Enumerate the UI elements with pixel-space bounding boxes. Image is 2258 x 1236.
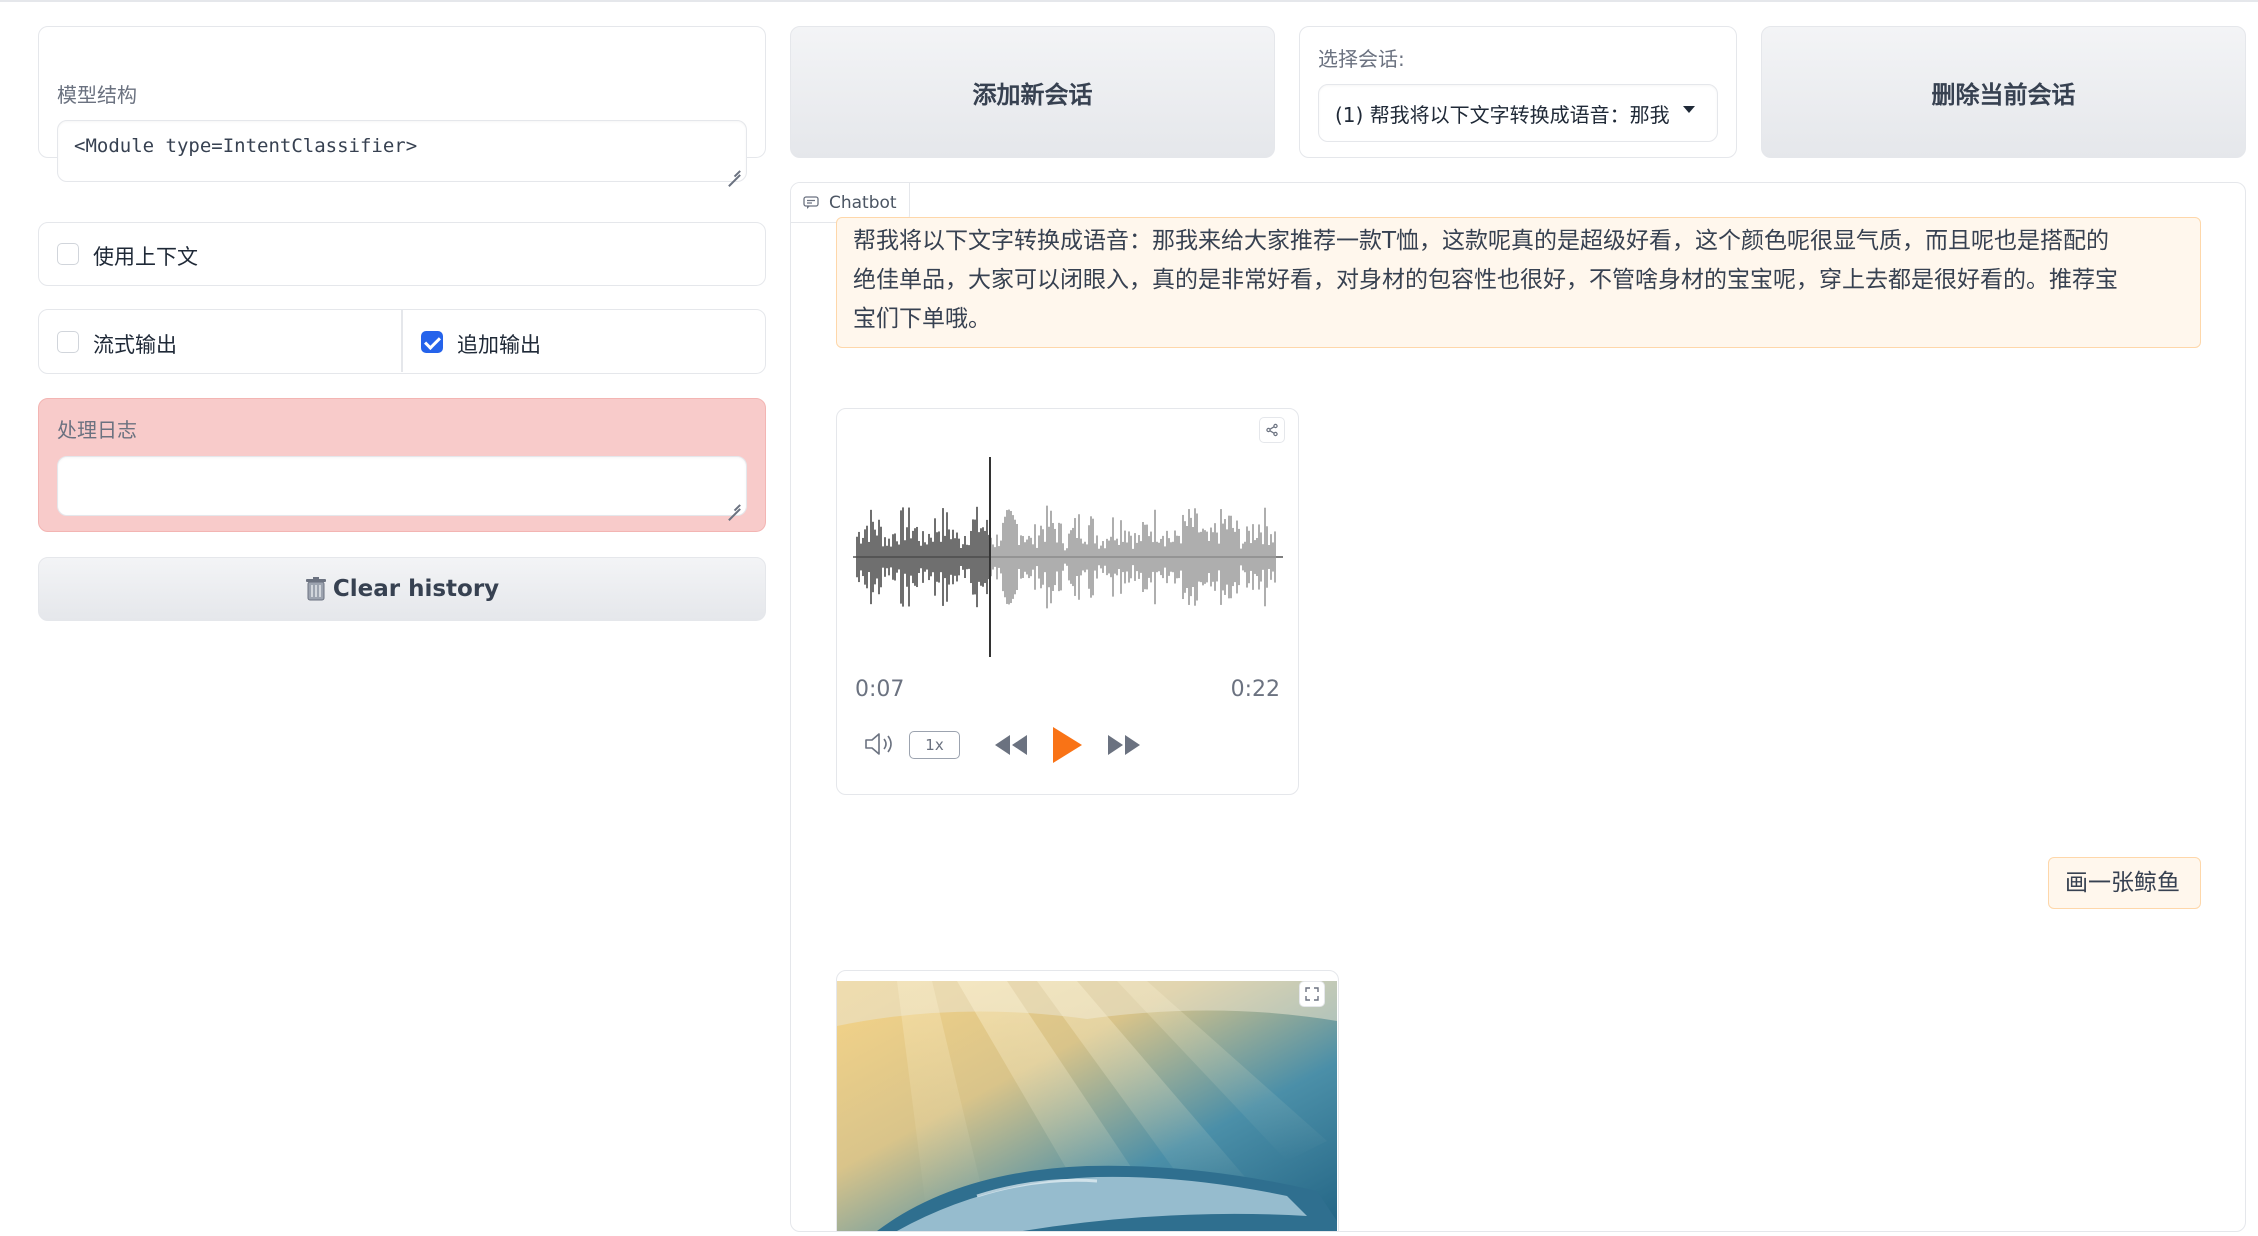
- generated-image-card: [836, 970, 1339, 1232]
- fast-forward-icon[interactable]: [1105, 732, 1143, 758]
- chat-icon: [803, 195, 819, 209]
- model-structure-label: 模型结构: [57, 83, 137, 107]
- model-structure-field[interactable]: <Module type=IntentClassifier>: [57, 120, 747, 182]
- select-session-label: 选择会话:: [1318, 47, 1405, 71]
- use-context-panel: 使用上下文: [38, 222, 766, 286]
- playback-speed-label: 1x: [925, 736, 944, 754]
- stream-output-checkbox[interactable]: [57, 331, 79, 353]
- trash-icon: [305, 577, 326, 601]
- fullscreen-icon: [1305, 987, 1319, 1001]
- user-message: 画一张鲸鱼: [2048, 857, 2201, 909]
- delete-session-label: 删除当前会话: [1931, 80, 2076, 109]
- resize-handle-icon[interactable]: [726, 495, 740, 509]
- audio-waveform[interactable]: [853, 457, 1283, 657]
- chevron-down-icon: [1683, 106, 1695, 113]
- audio-player: 0:07 0:22 1x: [836, 408, 1299, 795]
- message-text: 画一张鲸鱼: [2065, 870, 2180, 896]
- share-button[interactable]: [1259, 417, 1285, 443]
- processing-log-label: 处理日志: [57, 418, 137, 442]
- append-output-label: 追加输出: [457, 333, 541, 357]
- model-structure-value: <Module type=IntentClassifier>: [74, 135, 418, 157]
- delete-session-button[interactable]: 删除当前会话: [1761, 26, 2246, 158]
- fullscreen-button[interactable]: [1299, 981, 1325, 1007]
- share-icon: [1266, 423, 1278, 437]
- chatbot-panel: Chatbot 帮我将以下文字转换成语音：那我来给大家推荐一款T恤，这款呢真的是…: [790, 182, 2246, 1232]
- options-divider: [401, 310, 403, 372]
- add-session-label: 添加新会话: [972, 80, 1093, 109]
- play-icon[interactable]: [1050, 725, 1084, 765]
- processing-log-field[interactable]: [57, 456, 747, 516]
- use-context-checkbox[interactable]: [57, 243, 79, 265]
- add-session-button[interactable]: 添加新会话: [790, 26, 1275, 158]
- output-options-panel: 流式输出 追加输出: [38, 309, 766, 374]
- select-session-panel: 选择会话: (1) 帮我将以下文字转换成语音：那我: [1299, 26, 1737, 158]
- user-message: 帮我将以下文字转换成语音：那我来给大家推荐一款T恤，这款呢真的是超级好看，这个颜…: [836, 217, 2201, 348]
- clear-history-label: Clear history: [332, 576, 500, 602]
- message-line: 绝佳单品，大家可以闭眼入，真的是非常好看，对身材的包容性也很好，不管啥身材的宝宝…: [853, 267, 2118, 293]
- rewind-icon[interactable]: [992, 732, 1030, 758]
- clear-history-button[interactable]: Clear history: [38, 557, 766, 621]
- message-line: 宝们下单哦。: [853, 306, 991, 332]
- select-session-dropdown[interactable]: (1) 帮我将以下文字转换成语音：那我: [1318, 84, 1718, 142]
- audio-current-time: 0:07: [855, 677, 905, 702]
- whale-image[interactable]: [837, 981, 1337, 1232]
- playback-speed-button[interactable]: 1x: [909, 731, 960, 759]
- chatbot-tag-label: Chatbot: [829, 192, 897, 213]
- append-output-checkbox[interactable]: [421, 331, 443, 353]
- use-context-label: 使用上下文: [93, 245, 198, 269]
- select-session-value: (1) 帮我将以下文字转换成语音：那我: [1335, 102, 1670, 127]
- resize-handle-icon[interactable]: [726, 161, 740, 175]
- audio-duration: 0:22: [1230, 677, 1280, 702]
- stream-output-label: 流式输出: [93, 333, 177, 357]
- top-divider: [0, 0, 2258, 2]
- message-line: 帮我将以下文字转换成语音：那我来给大家推荐一款T恤，这款呢真的是超级好看，这个颜…: [853, 228, 2110, 254]
- processing-log-panel: 处理日志: [38, 398, 766, 532]
- volume-icon[interactable]: [863, 731, 897, 757]
